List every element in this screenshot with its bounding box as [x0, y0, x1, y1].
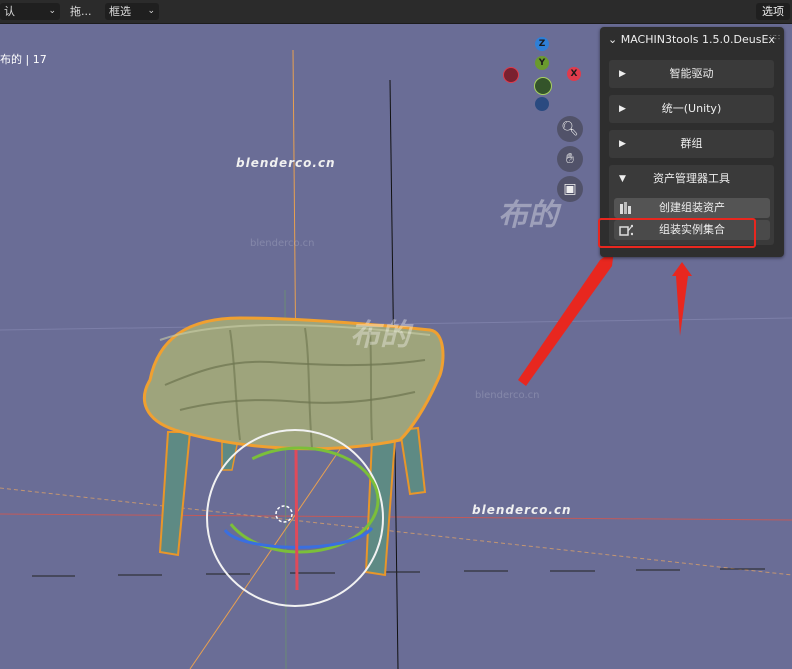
mode-dropdown[interactable]: 认 ⌄: [0, 3, 60, 20]
options-button[interactable]: 选项: [756, 3, 790, 20]
drag-label[interactable]: 拖...: [70, 3, 92, 20]
gizmo-neg-y[interactable]: [534, 77, 552, 95]
create-assembly-asset-button[interactable]: 创建组装资产: [614, 198, 770, 218]
rotate-gizmo: [206, 429, 384, 607]
watermark-logo: 布的: [498, 198, 558, 233]
section-unity[interactable]: ▶ 统一(Unity): [609, 95, 774, 123]
watermark-text: blenderco.cn: [236, 156, 336, 170]
section-smart-drive[interactable]: ▶ 智能驱动: [609, 60, 774, 88]
zoom-icon[interactable]: 🔍︎: [557, 116, 583, 142]
button-label: 创建组装资产: [659, 201, 725, 214]
mode-dropdown-label: 认: [4, 5, 15, 18]
chevron-down-icon: ⌄: [48, 6, 56, 16]
viewport-info-label: 布的 | 17: [0, 53, 47, 66]
drag-grip-icon[interactable]: ∷∷: [770, 33, 780, 42]
gizmo-x-axis[interactable]: X: [567, 67, 581, 81]
header-toolbar: 认 ⌄ 拖... 框选 ⌄ 选项: [0, 0, 792, 24]
camera-icon[interactable]: ▣: [557, 176, 583, 202]
floor-dashes: [32, 568, 765, 577]
annotation-highlight-box: [598, 218, 756, 248]
gizmo-y-axis[interactable]: Y: [535, 56, 549, 70]
chevron-down-icon: ⌄: [147, 6, 155, 16]
section-label: 资产管理器工具: [653, 172, 730, 185]
watermark-logo: 布的: [350, 318, 410, 353]
select-mode-label: 框选: [109, 5, 131, 18]
section-label: 统一(Unity): [661, 102, 722, 115]
gizmo-z-axis[interactable]: Z: [535, 37, 549, 51]
section-group[interactable]: ▶ 群组: [609, 130, 774, 158]
section-label: 智能驱动: [669, 67, 714, 80]
watermark-faint: blenderco.cn: [475, 390, 540, 401]
annotation-arrows: [518, 250, 692, 386]
panel-title: MACHIN3tools 1.5.0.DeusEx: [620, 33, 775, 46]
section-header[interactable]: ▼ 资产管理器工具: [609, 165, 774, 193]
hand-icon[interactable]: ✋︎: [557, 146, 583, 172]
panel-header[interactable]: ⌄ MACHIN3tools 1.5.0.DeusEx: [608, 31, 778, 49]
gizmo-neg-x[interactable]: [503, 67, 519, 83]
section-label: 群组: [680, 137, 703, 150]
watermark-faint: blenderco.cn: [250, 238, 315, 249]
gizmo-neg-z[interactable]: [535, 97, 549, 111]
watermark-text: blenderco.cn: [472, 503, 572, 517]
3d-viewport[interactable]: blenderco.cn blenderco.cn 布的 布的 blenderc…: [0, 0, 792, 669]
select-mode-dropdown[interactable]: 框选 ⌄: [105, 3, 159, 20]
collapse-arrow-icon: ⌄: [608, 33, 618, 46]
